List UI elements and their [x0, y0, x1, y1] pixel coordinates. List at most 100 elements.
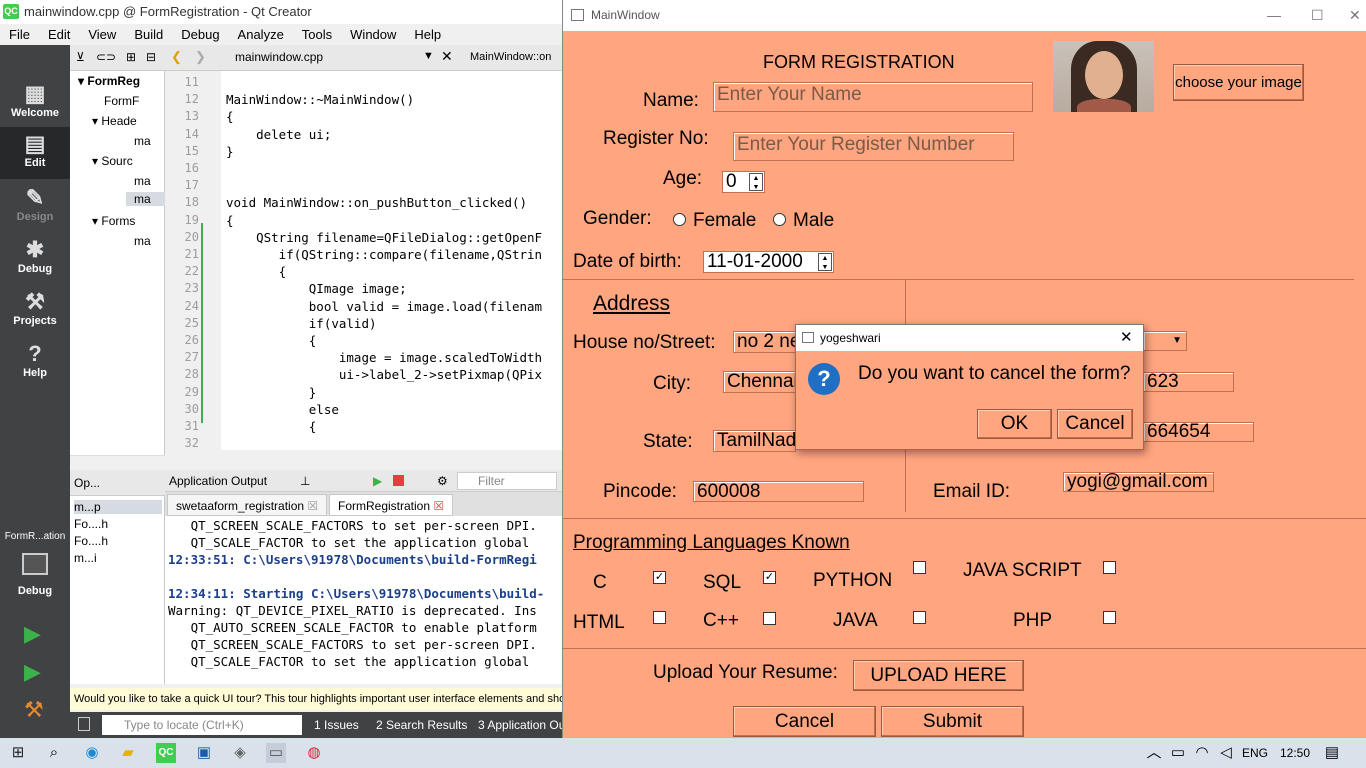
output-tab-formregistration[interactable]: FormRegistration ☒	[329, 494, 454, 516]
code-line[interactable]: if(valid)	[226, 316, 377, 331]
code-line[interactable]: image = image.scaledToWidth	[226, 350, 542, 365]
dob-dateedit[interactable]: 11-01-2000	[703, 251, 834, 273]
open-documents-header[interactable]: Op...	[70, 470, 165, 496]
code-line[interactable]: bool valid = image.load(filenam	[226, 299, 542, 314]
upload-resume-button[interactable]: UPLOAD HERE	[853, 660, 1024, 691]
close-pane-icon[interactable]: ⊟	[146, 50, 156, 64]
tree-item-pro-file[interactable]: FormF	[104, 94, 139, 108]
close-icon[interactable]: ✕	[1349, 0, 1361, 31]
settings-gear-icon[interactable]: ⚙	[437, 470, 448, 492]
country-combobox[interactable]: ▼	[1143, 331, 1187, 351]
code-line[interactable]: {	[226, 333, 317, 348]
code-line[interactable]: {	[226, 109, 234, 124]
mode-edit[interactable]: ▤ Edit	[0, 127, 70, 179]
mode-debug[interactable]: ✱ Debug	[0, 233, 70, 285]
mode-design[interactable]: ✎ Design	[0, 181, 70, 233]
phone-input[interactable]: 623	[1143, 372, 1234, 392]
code-line[interactable]: delete ui;	[226, 127, 331, 142]
tree-item-header-file[interactable]: ma	[134, 134, 151, 148]
stop-icon[interactable]	[393, 475, 404, 486]
code-line[interactable]: if(QString::compare(filename,QStrin	[226, 247, 542, 262]
lang-checkbox-python[interactable]	[913, 561, 926, 574]
close-file-icon[interactable]: ✕	[441, 48, 453, 65]
language-indicator[interactable]: ENG	[1242, 746, 1268, 760]
tree-scrollbar[interactable]	[70, 455, 165, 470]
app-icon[interactable]: ▣	[194, 743, 214, 763]
symbol-selector[interactable]: MainWindow::on	[470, 51, 551, 63]
menu-help[interactable]: Help	[405, 24, 450, 45]
build-hammer-icon[interactable]: ⚒	[24, 697, 44, 723]
menu-edit[interactable]: Edit	[39, 24, 79, 45]
tree-item-sources[interactable]: ▾ Sourc	[92, 154, 133, 168]
lang-checkbox-c[interactable]: ✓	[653, 571, 666, 584]
tree-item-headers[interactable]: ▾ Heade	[92, 114, 137, 128]
code-line[interactable]: ui->label_2->setPixmap(QPix	[226, 367, 542, 382]
code-line[interactable]: }	[226, 385, 317, 400]
open-doc-item[interactable]: Fo....h	[74, 517, 108, 531]
search-icon[interactable]: ⌕	[44, 743, 64, 763]
lang-checkbox-html[interactable]	[653, 611, 666, 624]
menu-analyze[interactable]: Analyze	[229, 24, 293, 45]
mode-help[interactable]: ? Help	[0, 337, 70, 389]
register-no-input[interactable]: Enter Your Register Number	[733, 132, 1014, 161]
split-icon[interactable]: ⊞	[126, 50, 136, 64]
maximize-icon[interactable]: ☐	[1311, 0, 1324, 31]
output-filter-input[interactable]: Filter	[457, 472, 557, 490]
link-icon[interactable]: ⊂⊃	[96, 50, 116, 64]
file-dropdown-icon[interactable]: ▼	[423, 50, 434, 62]
mode-projects[interactable]: ⚒ Projects	[0, 285, 70, 337]
forward-icon[interactable]: ❯	[195, 49, 206, 65]
lang-checkbox-php[interactable]	[1103, 611, 1116, 624]
notification-icon[interactable]: ▤	[1322, 743, 1342, 763]
menu-build[interactable]: Build	[125, 24, 172, 45]
clock[interactable]: 12:50	[1280, 746, 1310, 760]
code-line[interactable]: }	[226, 144, 234, 159]
open-doc-item[interactable]: m...i	[74, 551, 97, 565]
male-radio[interactable]	[773, 213, 786, 226]
lang-checkbox-java[interactable]	[913, 611, 926, 624]
edge-browser-icon[interactable]: ◉	[82, 743, 102, 763]
code-line[interactable]: MainWindow::~MainWindow()	[226, 92, 414, 107]
lang-checkbox-sql[interactable]: ✓	[763, 571, 776, 584]
house-input[interactable]: no 2 ne	[733, 331, 803, 353]
qt-creator-icon[interactable]: QC	[156, 743, 176, 763]
main-window-task-icon[interactable]: ▭	[266, 743, 286, 763]
choose-image-button[interactable]: choose your image	[1173, 64, 1304, 101]
battery-icon[interactable]: ▭	[1168, 743, 1188, 763]
minimize-icon[interactable]: —	[1267, 0, 1281, 31]
code-line[interactable]: {	[226, 213, 234, 228]
dialog-cancel-button[interactable]: Cancel	[1057, 409, 1133, 439]
mobile-input[interactable]: 664654	[1143, 422, 1254, 442]
lang-checkbox-javascript[interactable]	[1103, 561, 1116, 574]
kit-selector-label[interactable]: FormR...ation	[0, 531, 70, 542]
code-line[interactable]: {	[226, 419, 317, 434]
code-line[interactable]: QString filename=QFileDialog::getOpenF	[226, 230, 542, 245]
attach-icon[interactable]: ⊥	[300, 470, 310, 492]
file-explorer-icon[interactable]: ▰	[118, 743, 138, 763]
dob-spin-arrows-icon[interactable]: ▲ ▼	[818, 253, 832, 271]
menu-window[interactable]: Window	[341, 24, 405, 45]
status-tab-search[interactable]: 2 Search Results	[376, 718, 467, 732]
lang-checkbox-cpp[interactable]	[763, 612, 776, 625]
rerun-icon[interactable]: ▶	[373, 470, 382, 492]
chevron-up-icon[interactable]: ︿	[1144, 743, 1164, 763]
code-line[interactable]: {	[226, 264, 287, 279]
status-tab-output[interactable]: 3 Application Ou	[478, 718, 565, 732]
debug-run-icon[interactable]: ▶	[24, 659, 41, 685]
tree-item-source-main[interactable]: ma	[134, 174, 151, 188]
menu-file[interactable]: File	[0, 24, 39, 45]
tree-item-ui-file[interactable]: ma	[134, 234, 151, 248]
pincode-input[interactable]: 600008	[693, 481, 864, 502]
app-icon[interactable]: ◈	[230, 743, 250, 763]
menu-debug[interactable]: Debug	[172, 24, 228, 45]
start-windows-icon[interactable]: ⊞	[8, 743, 28, 763]
email-input[interactable]: yogi@gmail.com	[1063, 472, 1214, 492]
dialog-ok-button[interactable]: OK	[977, 409, 1052, 439]
output-tab-sweta[interactable]: swetaaform_registration ☒	[167, 494, 328, 516]
volume-icon[interactable]: ◁	[1216, 743, 1236, 763]
ui-tour-banner[interactable]: Would you like to take a quick UI tour? …	[70, 688, 562, 710]
filter-icon[interactable]: ⊻	[76, 50, 85, 64]
back-icon[interactable]: ❮	[171, 49, 182, 65]
wifi-icon[interactable]: ◠	[1192, 743, 1212, 763]
tree-item-source-mainwindow[interactable]: ma	[126, 192, 165, 206]
